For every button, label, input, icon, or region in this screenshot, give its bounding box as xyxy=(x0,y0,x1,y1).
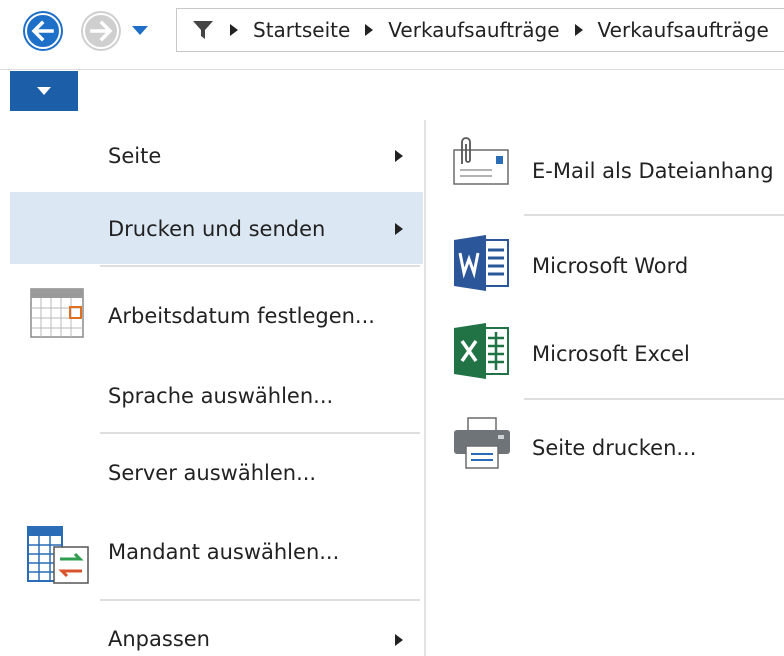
chevron-down-icon xyxy=(37,87,51,95)
submenu-item-email-attachment[interactable]: E-Mail als Dateianhang xyxy=(426,120,784,214)
menu-item-server[interactable]: Server auswählen... xyxy=(10,435,423,509)
menu-item-label: Arbeitsdatum festlegen... xyxy=(108,304,375,328)
microsoft-excel-icon xyxy=(454,323,509,379)
forward-button[interactable] xyxy=(81,11,121,51)
navigation-bar: Startseite Verkaufsaufträge Verkaufsauft… xyxy=(0,0,784,66)
calendar-icon xyxy=(30,288,84,338)
menu-item-label: Sprache auswählen... xyxy=(108,384,334,408)
history-dropdown-icon[interactable] xyxy=(130,22,150,38)
submenu-arrow-icon xyxy=(395,150,403,162)
application-menu: Seite Drucken und senden Arbeitsdatum fe… xyxy=(0,120,424,656)
menu-item-label: Mandant auswählen... xyxy=(108,540,340,564)
menu-item-drucken-und-senden[interactable]: Drucken und senden xyxy=(10,192,423,264)
menu-item-seite[interactable]: Seite xyxy=(10,120,423,190)
submenu-item-microsoft-excel[interactable]: Microsoft Excel xyxy=(426,308,784,398)
submenu-arrow-icon xyxy=(395,634,403,646)
company-switch-icon xyxy=(27,526,89,584)
microsoft-word-icon xyxy=(454,235,509,291)
menu-separator xyxy=(100,599,420,601)
arrow-right-icon xyxy=(83,13,119,49)
arrow-left-icon xyxy=(25,13,61,49)
breadcrumb-verkaufsauftraege-current[interactable]: Verkaufsaufträge xyxy=(598,18,769,42)
submenu-item-label: Seite drucken... xyxy=(532,436,697,460)
menu-item-anpassen[interactable]: Anpassen xyxy=(10,602,423,656)
menu-item-label: Anpassen xyxy=(108,627,210,651)
breadcrumb-verkaufsauftraege[interactable]: Verkaufsaufträge xyxy=(388,18,559,42)
submenu-item-label: Microsoft Excel xyxy=(532,342,690,366)
menu-item-label: Drucken und senden xyxy=(108,217,326,241)
submenu-item-label: Microsoft Word xyxy=(532,254,689,278)
breadcrumb-arrow-icon xyxy=(574,24,583,36)
breadcrumb-arrow-icon xyxy=(230,24,238,36)
email-attachment-icon xyxy=(453,137,509,185)
menu-item-mandant[interactable]: Mandant auswählen... xyxy=(10,509,423,599)
menu-item-sprache[interactable]: Sprache auswählen... xyxy=(10,364,423,432)
menu-item-label: Seite xyxy=(108,144,162,168)
breadcrumb-arrow-icon xyxy=(365,24,374,36)
menu-item-label: Server auswählen... xyxy=(108,461,317,485)
menu-item-arbeitsdatum[interactable]: Arbeitsdatum festlegen... xyxy=(10,268,423,364)
menu-separator xyxy=(100,432,420,434)
address-bar[interactable]: Startseite Verkaufsaufträge Verkaufsauft… xyxy=(176,8,784,52)
printer-icon xyxy=(454,417,510,469)
application-menu-button[interactable] xyxy=(10,71,78,111)
menu-separator xyxy=(100,265,420,267)
print-and-send-submenu: E-Mail als Dateianhang Microsoft Word Mi… xyxy=(426,120,784,656)
breadcrumb-startseite[interactable]: Startseite xyxy=(253,18,350,42)
submenu-item-microsoft-word[interactable]: Microsoft Word xyxy=(426,216,784,308)
submenu-arrow-icon xyxy=(395,223,403,235)
back-button[interactable] xyxy=(23,11,63,51)
submenu-item-seite-drucken[interactable]: Seite drucken... xyxy=(426,400,784,496)
ribbon-divider xyxy=(0,69,784,70)
submenu-item-label: E-Mail als Dateianhang xyxy=(532,159,774,183)
filter-icon[interactable] xyxy=(191,18,215,42)
